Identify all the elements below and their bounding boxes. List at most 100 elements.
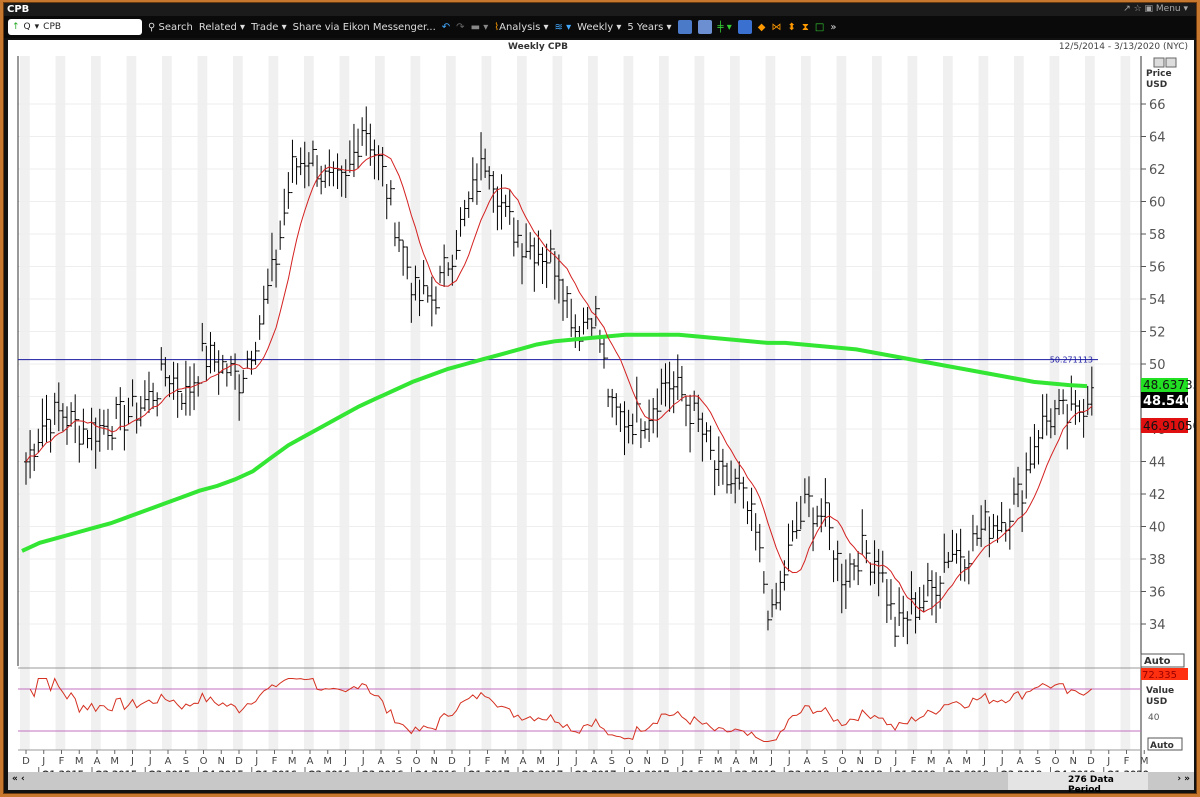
ohlc-bar (1028, 436, 1033, 474)
month-label: A (1017, 756, 1024, 767)
overlay-icon[interactable]: ≋ ▾ (555, 22, 572, 33)
chart-window: CPB ↗ ☆ ▣ Menu ▾ ↑ Q ▾ CPB ⚲ Search Rela… (3, 2, 1200, 795)
price-tick-label: 34 (1149, 618, 1166, 633)
ohlc-bar (249, 350, 254, 375)
ohlc-bar (142, 380, 147, 412)
popout-icon[interactable]: ↗ ☆ ▣ (1123, 4, 1156, 14)
scroll-last-icon[interactable]: › » (1177, 774, 1190, 784)
month-label: J (467, 756, 471, 767)
month-label: S (396, 756, 402, 767)
ohlc-bar (970, 514, 975, 565)
ohlc-bar (757, 523, 762, 563)
scrollbar[interactable]: « ‹ 276 Data Period › » (8, 772, 1194, 795)
ohlc-bar (897, 587, 902, 637)
ohlc-bar (114, 396, 119, 439)
ohlc-bar (712, 449, 717, 496)
share-button[interactable]: Share via Eikon Messenger... (293, 22, 436, 33)
ohlc-bar (364, 106, 369, 156)
ohlc-bar (208, 332, 213, 374)
price-chart[interactable]: 50.271113 Price USD 34363840424446485052… (8, 54, 1200, 780)
compress-v-icon[interactable]: ⧗ (802, 22, 809, 33)
interval-select[interactable]: Weekly ▾ (577, 22, 621, 33)
ohlc-bar (860, 509, 865, 572)
ohlc-bar (474, 163, 479, 205)
month-label: N (1070, 756, 1077, 767)
month-stripe (162, 56, 172, 750)
ohlc-bar (44, 394, 49, 442)
ohlc-bar (618, 403, 623, 432)
analysis-menu[interactable]: ⌇Analysis ▾ (494, 22, 548, 33)
month-label: A (520, 756, 527, 767)
line-chart-icon[interactable] (677, 20, 692, 34)
price-tick-label: 44 (1149, 456, 1166, 471)
osc-axis-label: Value (1146, 686, 1174, 696)
menu-button[interactable]: Menu (1156, 4, 1181, 14)
ohlc-bar (85, 428, 90, 449)
horizontal-line-label: 50.271113 (1050, 356, 1093, 365)
chart-area[interactable]: Weekly CPB 12/5/2014 - 3/13/2020 (NYC) 5… (8, 40, 1200, 780)
folder-icon[interactable]: ▬ ▾ (471, 22, 489, 33)
month-label: F (272, 756, 278, 767)
month-label: J (148, 756, 152, 767)
toolbar: ↑ Q ▾ CPB ⚲ Search Related ▾ Trade ▾ Sha… (4, 16, 1196, 38)
ric-input[interactable]: ↑ Q ▾ CPB (8, 19, 142, 35)
select-icon[interactable]: □ (815, 22, 824, 33)
ohlc-bar (384, 166, 389, 220)
price-tick-label: 38 (1149, 553, 1166, 568)
ohlc-bar (569, 293, 574, 337)
price-tick-label: 54 (1149, 293, 1166, 308)
ohlc-bar (48, 418, 53, 453)
ohlc-bar (683, 394, 688, 427)
month-label: J (769, 756, 773, 767)
quote-type[interactable]: Q (24, 22, 31, 32)
month-label: J (41, 756, 45, 767)
month-stripe (943, 56, 953, 750)
month-label: J (1106, 756, 1110, 767)
month-stripe (801, 56, 811, 750)
more-icon[interactable]: » (830, 22, 836, 33)
related-menu[interactable]: Related ▾ (199, 22, 245, 33)
maximize-pane-icon[interactable] (1153, 57, 1165, 68)
month-stripe (872, 56, 882, 750)
price-tick-label: 60 (1149, 196, 1166, 211)
ohlc-bar (638, 403, 643, 449)
month-label: M (110, 756, 119, 767)
close-pane-icon[interactable] (1165, 57, 1177, 68)
scroll-first-icon[interactable]: « ‹ (12, 774, 25, 784)
undo-icon[interactable]: ↶ (442, 22, 450, 33)
month-label: M (962, 756, 971, 767)
ohlc-bar (282, 188, 287, 239)
search-button[interactable]: ⚲ Search (148, 22, 193, 33)
price-tick-label: 36 (1149, 586, 1166, 601)
compare-icon[interactable] (697, 20, 712, 34)
expand-v-icon[interactable]: ⬍ (787, 22, 795, 33)
price-tick-label: 56 (1149, 261, 1166, 276)
window-title: CPB (7, 4, 30, 15)
month-stripe (375, 56, 385, 750)
redo-icon[interactable]: ↷ (456, 22, 464, 33)
month-stripe (907, 56, 918, 750)
up-arrow-icon: ↑ (12, 22, 20, 32)
month-label: F (59, 756, 65, 767)
month-label: D (874, 756, 882, 767)
trade-menu[interactable]: Trade ▾ (251, 22, 287, 33)
compress-h-icon[interactable]: ⋈ (771, 22, 781, 33)
ohlc-bar (655, 388, 660, 438)
month-stripe (197, 56, 208, 750)
month-label: F (1124, 756, 1130, 767)
range-select[interactable]: 5 Years ▾ (627, 22, 671, 33)
ohlc-bar (81, 408, 86, 445)
ohlc-bar (745, 487, 750, 525)
expand-h-icon[interactable]: ◆ (758, 22, 766, 33)
dropdown-icon[interactable]: ▾ (35, 22, 40, 32)
ohlc-bar (118, 387, 123, 431)
ric-value[interactable]: CPB (43, 22, 61, 32)
zoom-box-icon[interactable] (737, 20, 752, 34)
ohlc-bar (741, 476, 746, 509)
month-stripe (233, 56, 243, 750)
month-stripe (410, 56, 421, 750)
month-label: J (893, 756, 897, 767)
ohlc-bar (245, 350, 250, 379)
crosshair-icon[interactable]: ╪ ▾ (718, 22, 732, 33)
month-label: A (804, 756, 811, 767)
